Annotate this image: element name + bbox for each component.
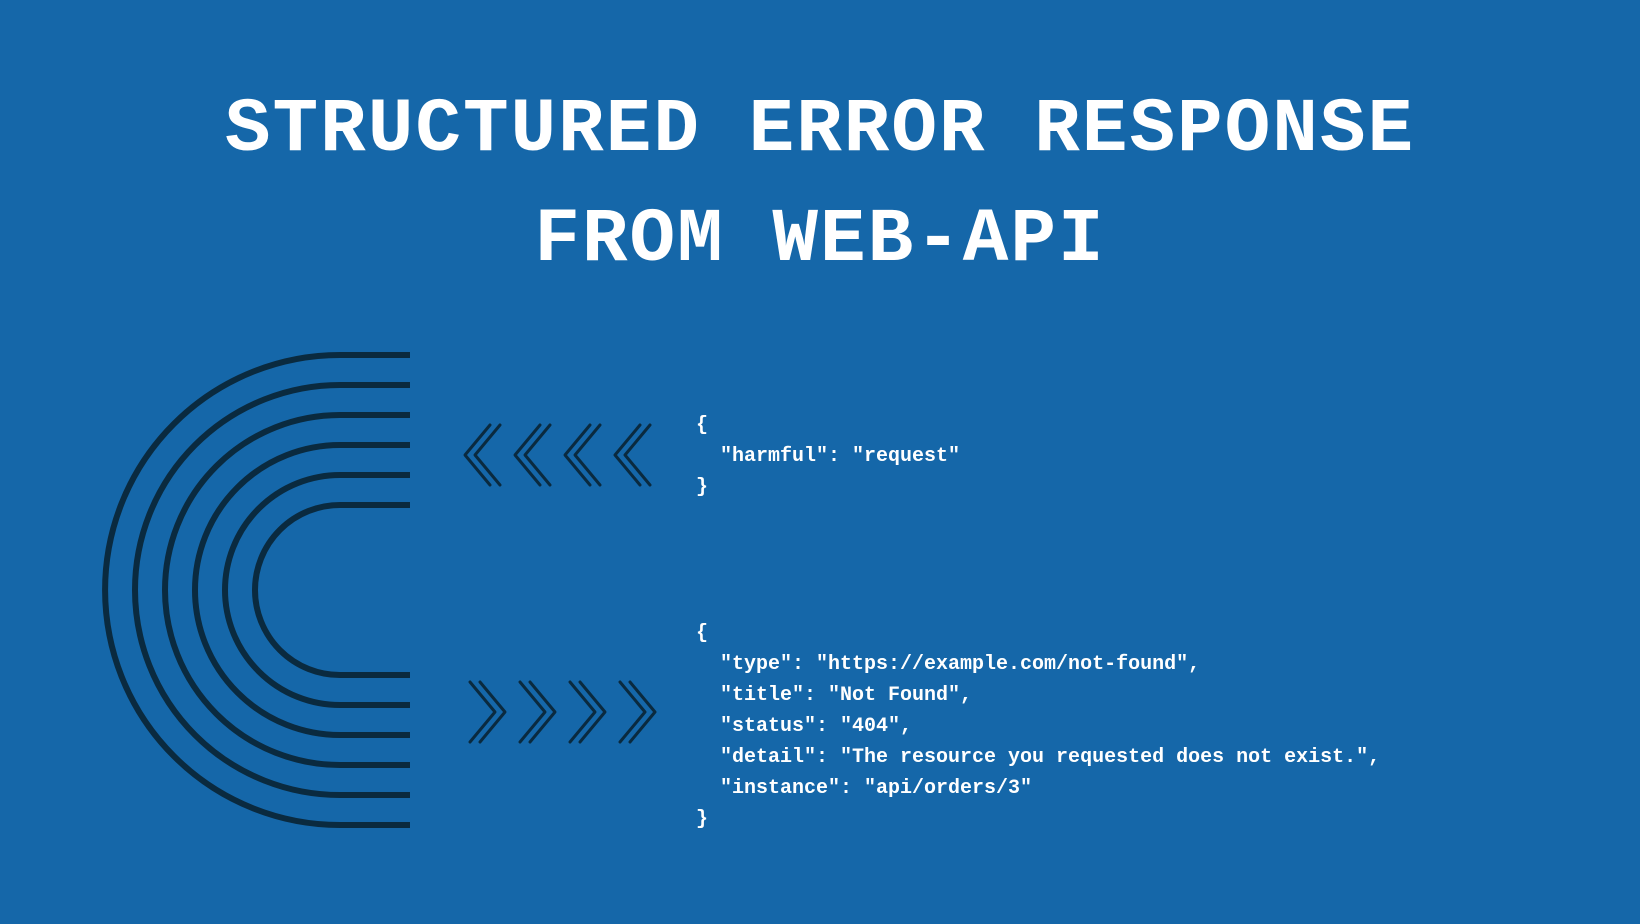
- page-title: STRUCTURED ERROR RESPONSE FROM WEB-API: [0, 75, 1640, 295]
- title-line-2: FROM WEB-API: [534, 197, 1105, 283]
- response-json-block: { "type": "https://example.com/not-found…: [696, 618, 1380, 835]
- request-json-block: { "harmful": "request" }: [696, 410, 960, 503]
- arrows-right-icon: [460, 672, 660, 752]
- title-line-1: STRUCTURED ERROR RESPONSE: [225, 87, 1415, 173]
- arrows-left-icon: [460, 415, 660, 495]
- arcs-decoration: [90, 340, 410, 840]
